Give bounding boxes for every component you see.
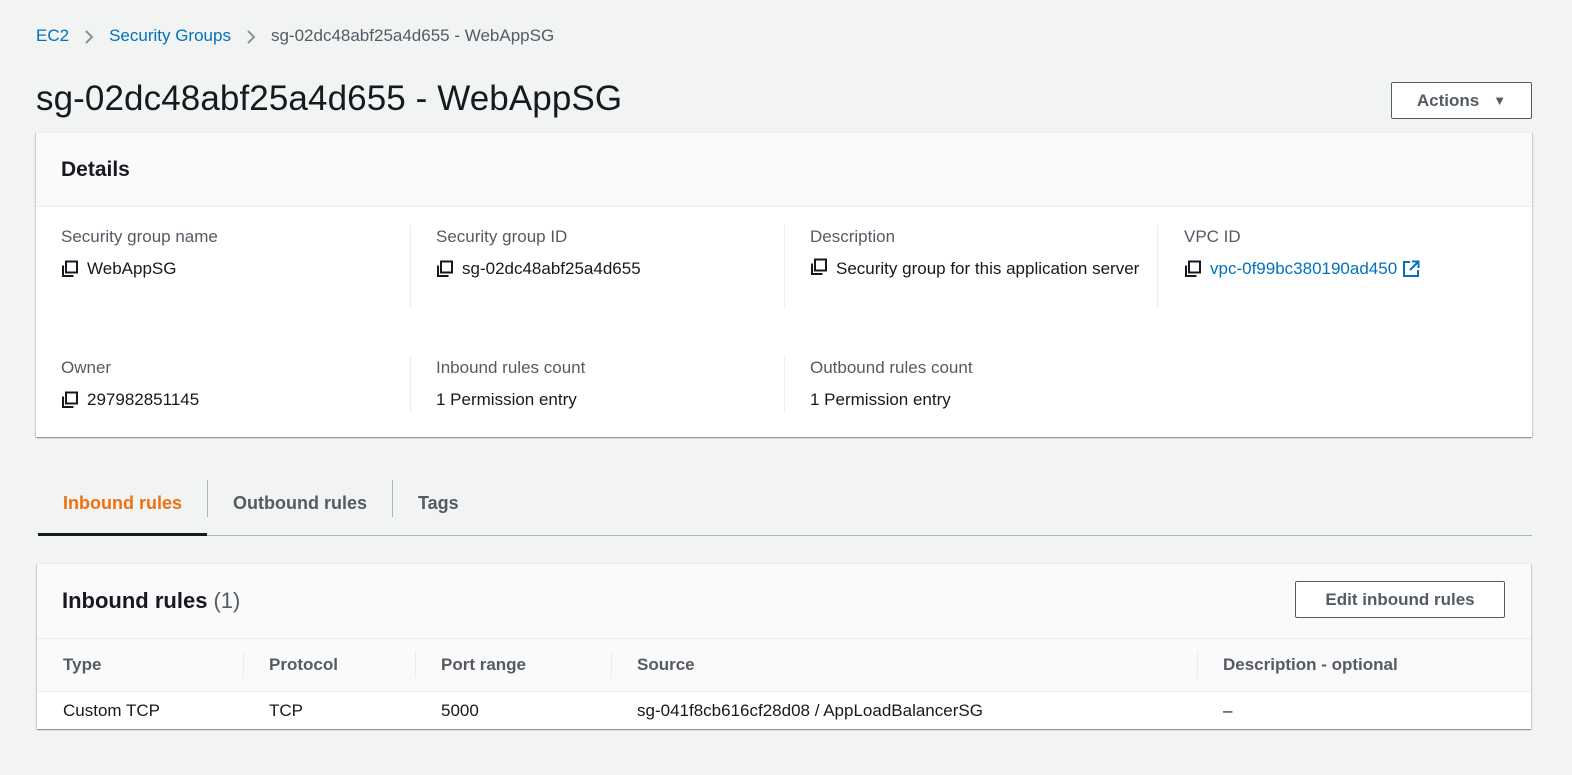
details-panel: Details Security group name WebAppSG Sec…	[36, 132, 1532, 437]
edit-inbound-rules-button[interactable]: Edit inbound rules	[1295, 581, 1505, 618]
copy-icon[interactable]	[61, 260, 79, 278]
field-value: 1 Permission entry	[810, 388, 1140, 412]
description-value: Security group for this application serv…	[836, 259, 1140, 278]
copy-icon[interactable]	[810, 258, 828, 276]
chevron-right-icon	[69, 26, 109, 46]
field-description: Description Security group for this appl…	[810, 227, 1140, 281]
cell-source: sg-041f8cb616cf28d08 / AppLoadBalancerSG	[637, 700, 983, 720]
cell-protocol: TCP	[269, 700, 303, 720]
column-header-port-range[interactable]: Port range	[415, 639, 611, 692]
table-row[interactable]: Custom TCP TCP 5000 sg-041f8cb616cf28d08…	[37, 692, 1531, 730]
outbound-rules-count-value: 1 Permission entry	[810, 390, 951, 409]
field-label: Owner	[61, 358, 112, 377]
table-header-row: Type Protocol Port range Source Descript…	[37, 638, 1531, 692]
column-header-protocol[interactable]: Protocol	[243, 639, 415, 692]
cell-type: Custom TCP	[63, 700, 160, 720]
field-label: Security group ID	[436, 227, 568, 246]
owner-value: 297982851145	[87, 390, 200, 409]
field-value: vpc-0f99bc380190ad450	[1184, 257, 1514, 281]
field-security-group-name: Security group name WebAppSG	[61, 227, 391, 281]
breadcrumb-security-groups-link[interactable]: Security Groups	[109, 26, 231, 46]
column-divider	[784, 357, 785, 413]
field-security-group-id: Security group ID sg-02dc48abf25a4d655	[436, 227, 766, 281]
column-divider	[1157, 225, 1158, 307]
field-label: Description	[810, 227, 896, 246]
actions-label: Actions	[1416, 90, 1480, 110]
field-value: 297982851145	[61, 388, 391, 412]
column-header-type[interactable]: Type	[37, 639, 243, 692]
column-header-source[interactable]: Source	[611, 639, 1197, 692]
field-owner: Owner 297982851145	[61, 358, 391, 412]
inbound-rules-header: Inbound rules (1) Edit inbound rules	[37, 564, 1531, 638]
external-link-icon[interactable]	[1402, 260, 1420, 278]
vpc-id-link[interactable]: vpc-0f99bc380190ad450	[1210, 257, 1397, 281]
details-title: Details	[61, 157, 130, 181]
chevron-right-icon	[231, 26, 271, 46]
field-value: 1 Permission entry	[436, 388, 766, 412]
copy-icon[interactable]	[436, 260, 454, 278]
tab-inbound-rules[interactable]: Inbound rules	[38, 472, 207, 536]
inbound-rules-title: Inbound rules (1)	[62, 588, 240, 614]
breadcrumb-ec2-link[interactable]: EC2	[36, 26, 69, 46]
field-inbound-rules-count: Inbound rules count 1 Permission entry	[436, 358, 766, 412]
inbound-rules-count: (1)	[213, 588, 241, 613]
copy-icon[interactable]	[61, 391, 79, 409]
cell-port-range: 5000	[441, 700, 479, 720]
column-divider	[410, 225, 411, 307]
field-value: Security group for this application serv…	[810, 257, 1140, 281]
inbound-rules-title-text: Inbound rules	[62, 588, 208, 613]
tab-outbound-rules[interactable]: Outbound rules	[208, 472, 392, 535]
actions-button[interactable]: Actions ▼	[1391, 82, 1532, 119]
inbound-rules-count-value: 1 Permission entry	[436, 390, 577, 409]
breadcrumb: EC2 Security Groups sg-02dc48abf25a4d655…	[36, 26, 554, 46]
security-group-id-value: sg-02dc48abf25a4d655	[462, 259, 641, 278]
column-header-description[interactable]: Description - optional	[1197, 639, 1531, 692]
breadcrumb-current: sg-02dc48abf25a4d655 - WebAppSG	[270, 26, 555, 45]
page-title: sg-02dc48abf25a4d655 - WebAppSG	[36, 79, 623, 118]
column-divider	[410, 357, 411, 413]
copy-icon[interactable]	[1184, 260, 1202, 278]
field-value: WebAppSG	[61, 257, 391, 281]
security-group-name-value: WebAppSG	[87, 259, 177, 278]
cell-description: –	[1223, 700, 1233, 720]
column-divider	[784, 225, 785, 307]
field-label: Inbound rules count	[436, 358, 586, 377]
field-outbound-rules-count: Outbound rules count 1 Permission entry	[810, 358, 1140, 412]
field-label: Security group name	[61, 227, 218, 246]
inbound-rules-table: Type Protocol Port range Source Descript…	[37, 638, 1531, 730]
caret-down-icon: ▼	[1493, 93, 1507, 108]
inbound-rules-panel: Inbound rules (1) Edit inbound rules Type…	[37, 563, 1531, 729]
tab-bar: Inbound rules Outbound rules Tags	[38, 472, 1532, 536]
details-header: Details	[36, 133, 1532, 207]
field-value: sg-02dc48abf25a4d655	[436, 257, 766, 281]
tab-tags[interactable]: Tags	[393, 472, 484, 535]
field-label: VPC ID	[1184, 227, 1241, 246]
field-label: Outbound rules count	[810, 358, 973, 377]
field-vpc-id: VPC ID vpc-0f99bc380190ad450	[1184, 227, 1514, 281]
